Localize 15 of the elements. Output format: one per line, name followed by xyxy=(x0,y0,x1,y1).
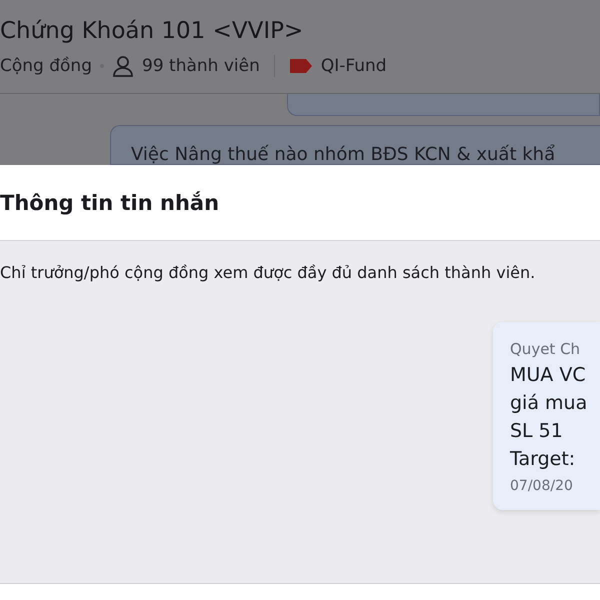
message-line: Target: xyxy=(510,448,576,470)
sheet-title: Thông tin tin nhắn xyxy=(0,190,220,214)
message-line: SL 51 xyxy=(510,420,564,442)
person-icon xyxy=(112,55,134,78)
message-line: MUA VC xyxy=(510,364,587,386)
sender-name: Quyet Ch xyxy=(510,340,582,358)
group-title: Chứng Khoán 101 <VVIP> xyxy=(0,18,304,44)
fund-tag: QI-Fund xyxy=(320,56,387,76)
message-time: 07/08/20 xyxy=(510,478,574,494)
tag-icon xyxy=(288,58,313,74)
message-line: giá mua xyxy=(510,392,588,414)
notice-text: Chỉ trưởng/phó cộng đồng xem được đầy đủ danh sách thành viên. xyxy=(0,263,536,282)
member-count: 99 thành viên xyxy=(142,56,260,76)
message-preview: Việc Nâng thuế nào nhóm BĐS KCN & xuất khẩ xyxy=(110,125,600,165)
group-type: Cộng đồng xyxy=(0,56,92,76)
